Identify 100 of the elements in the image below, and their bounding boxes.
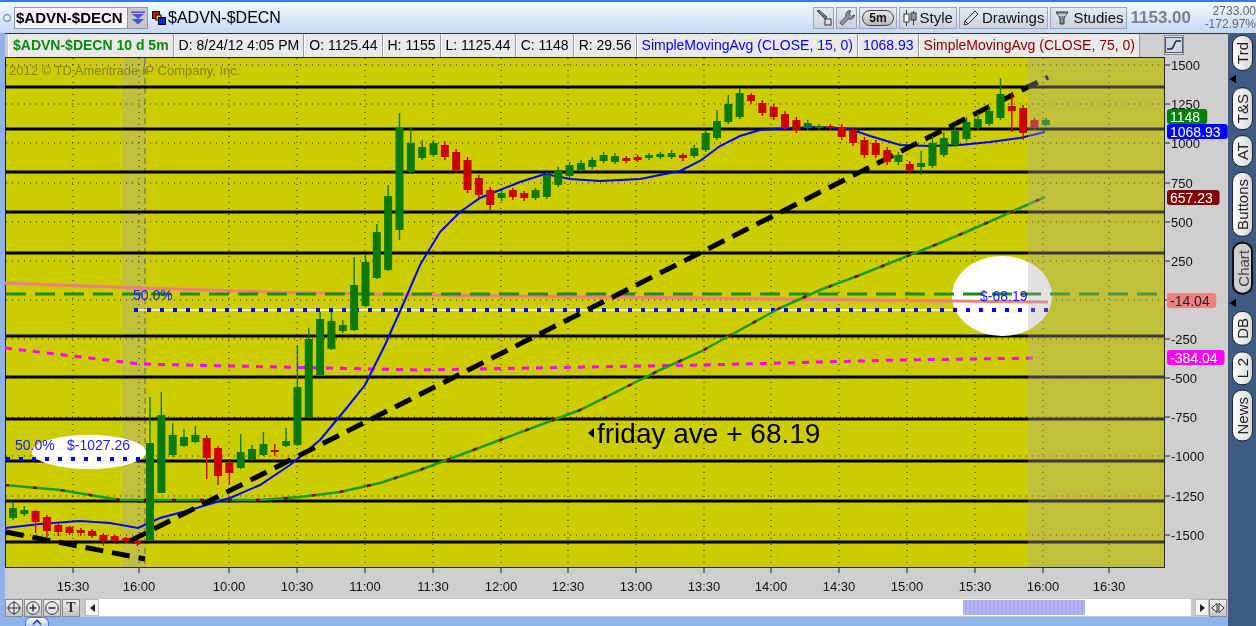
x-axis-label: 12:30: [551, 579, 585, 594]
side-tab[interactable]: Buttons: [1231, 172, 1253, 238]
chart-title: $ADVN-$DECN 10 d 5m: [8, 34, 174, 57]
pencil-icon: [962, 9, 979, 26]
chevron-up-icon: [32, 619, 42, 625]
candlestick: [282, 427, 291, 448]
scroll-left-button[interactable]: [85, 599, 99, 616]
triangle-right-icon: [1199, 603, 1205, 612]
candlestick: [849, 126, 858, 147]
side-tab[interactable]: News: [1231, 389, 1253, 442]
candlestick: [42, 514, 51, 538]
y-axis-label: 1500: [1171, 58, 1200, 73]
x-axis-label: 16:30: [1092, 579, 1126, 594]
text-tool-button[interactable]: T: [62, 598, 80, 617]
x-axis-label: 13:30: [687, 579, 721, 594]
candlestick: [122, 536, 130, 544]
zoom-in-button[interactable]: [24, 598, 42, 617]
candlestick: [202, 434, 211, 480]
candlestick: [180, 428, 188, 448]
x-axis-label: 13:00: [619, 579, 653, 594]
candlestick: [985, 105, 994, 127]
collapse-tab[interactable]: [25, 617, 49, 626]
side-tab[interactable]: AT: [1231, 135, 1253, 168]
candlestick: [837, 123, 846, 141]
candlestick: [418, 139, 427, 161]
candlestick: [939, 131, 948, 158]
x-axis-label: 14:00: [754, 579, 788, 594]
candlestick: [769, 103, 778, 121]
candlestick: [1041, 117, 1050, 127]
drawings-button[interactable]: Drawings: [958, 6, 1049, 29]
candlestick: [31, 509, 40, 534]
study-button[interactable]: [1164, 35, 1184, 55]
candlestick: [588, 156, 597, 170]
triangle-marker-icon: [1229, 298, 1236, 307]
zoom-out-button[interactable]: [43, 598, 61, 617]
study-label: SimpleMovingAvg (CLOSE, 15, 0): [636, 34, 858, 57]
y-axis-label: -1000: [1171, 449, 1205, 464]
candlestick: [168, 422, 177, 458]
candlestick: [497, 189, 506, 202]
linked-symbol: $ADVN-$DECN: [168, 8, 281, 27]
candlestick: [474, 174, 483, 199]
candlestick: [792, 116, 801, 134]
candlestick: [656, 151, 665, 160]
double-arrow-icon: [1211, 602, 1225, 613]
side-tab[interactable]: T&S: [1231, 86, 1253, 131]
crosshair-button[interactable]: [5, 598, 23, 617]
candlestick: [679, 152, 687, 162]
circle-icon: [3, 13, 11, 22]
candlestick: [1019, 104, 1028, 141]
y-axis-label: -1250: [1171, 489, 1205, 504]
candlestick: [316, 311, 325, 377]
triangle-left-icon: [89, 603, 95, 612]
candlestick: [928, 135, 937, 169]
style-button[interactable]: Style: [898, 6, 957, 29]
dropdown-button[interactable]: [128, 6, 148, 29]
candlestick: [644, 152, 653, 161]
candlestick: [576, 159, 585, 173]
x-axis-label: 12:00: [484, 579, 518, 594]
side-tab[interactable]: L 2: [1231, 350, 1253, 385]
candlestick: [327, 311, 336, 351]
side-tab[interactable]: Trd: [1231, 35, 1253, 71]
candlestick: [973, 112, 982, 131]
y-axis-label: -250: [1171, 332, 1198, 347]
brush-icon: [815, 9, 832, 26]
candlestick: [565, 161, 574, 179]
price-label: $-1027.26: [67, 437, 131, 453]
curve-icon: [1165, 37, 1183, 53]
linked-squares-icon: [152, 10, 166, 25]
scrollbar-thumb[interactable]: [963, 600, 1085, 615]
candlestick: [225, 458, 234, 485]
candlestick: [860, 136, 869, 159]
candlestick: [372, 223, 381, 280]
x-axis-label: 15:30: [56, 579, 90, 594]
brush-button[interactable]: [813, 6, 835, 29]
candlestick: [542, 171, 551, 200]
scroll-right-button[interactable]: [1195, 599, 1209, 616]
candlestick: [486, 186, 495, 211]
symbol-field[interactable]: $ADVN-$DECN: [14, 6, 128, 29]
price-badge: 1148: [1167, 108, 1208, 125]
x-axis-label: 11:30: [417, 579, 449, 594]
side-tab[interactable]: Chart: [1231, 242, 1253, 295]
triangle-marker-icon: [1229, 74, 1236, 83]
settings-button[interactable]: [836, 6, 858, 29]
candlestick: [452, 148, 461, 174]
candlestick: [429, 139, 438, 158]
study-value: 1068.93: [857, 34, 919, 57]
candlestick: [690, 144, 699, 159]
price-badge: 1068.93: [1167, 123, 1228, 140]
quote-cell: H: 1155: [382, 34, 441, 57]
candlestick: [236, 433, 245, 470]
candlestick: [701, 129, 710, 153]
candlestick: [871, 139, 880, 159]
y-axis-label: 250: [1171, 254, 1193, 269]
x-axis-label: 16:00: [1026, 579, 1060, 594]
x-axis-label: 15:30: [958, 579, 992, 594]
study-label: SimpleMovingAvg (CLOSE, 75, 0): [918, 34, 1140, 57]
side-tab[interactable]: DB: [1231, 310, 1253, 346]
fit-button[interactable]: [1209, 598, 1227, 617]
studies-button[interactable]: Studies: [1050, 6, 1128, 29]
interval-button[interactable]: 5m: [862, 9, 894, 26]
